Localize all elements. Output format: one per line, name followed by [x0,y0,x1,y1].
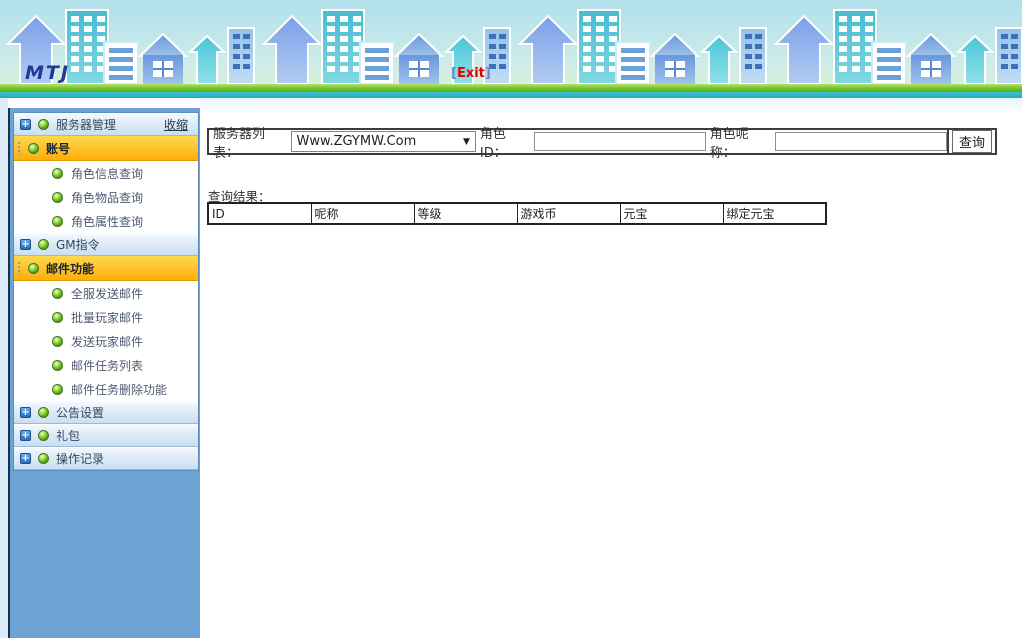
expand-plus-icon[interactable]: + [20,239,31,250]
sidebar-item-label: 角色属性查询 [71,213,143,230]
sidebar-item-mail-task-delete[interactable]: 邮件任务删除功能 [14,377,198,401]
sidebar-item-send-all-server-mail[interactable]: 全服发送邮件 [14,281,198,305]
header-banner: MTJ [Exit] [0,0,1022,98]
green-orb-icon [38,407,49,418]
exit-close-bracket: ] [485,66,491,81]
sidebar-item-announcement-settings[interactable]: + 公告设置 [14,401,198,424]
query-form-fields: 服务器列表： Www.ZGYMW.Com ▼ 角色ID： 角色呢称： [209,130,947,153]
sidebar-left-strip [0,98,8,638]
green-orb-icon [38,119,49,130]
expand-plus-icon[interactable]: + [20,119,31,130]
sidebar-item-label: 角色信息查询 [71,165,143,182]
column-header-bound-yuanbao: 绑定元宝 [723,203,826,224]
sidebar-item-gift-package[interactable]: + 礼包 [14,424,198,447]
green-orb-icon [52,192,63,203]
collapse-link[interactable]: 收缩 [164,116,188,133]
green-orb-icon [52,336,63,347]
role-nickname-input[interactable] [775,132,947,151]
green-orb-icon [38,453,49,464]
sidebar-item-mail-function[interactable]: 邮件功能 [14,256,198,281]
expand-plus-icon[interactable]: + [20,430,31,441]
sidebar-item-label: 全服发送邮件 [71,285,143,302]
cityscape-illustration [0,0,1022,84]
dropdown-arrow-icon: ▼ [463,137,470,147]
green-orb-icon [28,143,39,154]
role-nickname-label: 角色呢称： [710,123,771,161]
sidebar-item-label: 操作记录 [56,450,104,467]
green-orb-icon [52,288,63,299]
sidebar-item-label: 账号 [46,140,70,157]
tree-dots-icon [17,141,21,155]
sidebar-item-role-item-query[interactable]: 角色物品查询 [14,185,198,209]
exit-label: Exit [457,66,485,81]
green-orb-icon [52,360,63,371]
column-header-yuanbao: 元宝 [620,203,723,224]
column-header-game-coins: 游戏币 [517,203,620,224]
server-select[interactable]: Www.ZGYMW.Com ▼ [291,131,476,152]
sidebar-item-gm-command[interactable]: + GM指令 [14,233,198,256]
green-orb-icon [52,168,63,179]
query-form: 服务器列表： Www.ZGYMW.Com ▼ 角色ID： 角色呢称： 查询 [207,128,997,155]
green-orb-icon [52,216,63,227]
header-green-strip [0,84,1022,92]
sidebar-item-role-info-query[interactable]: 角色信息查询 [14,161,198,185]
exit-link[interactable]: [Exit] [451,66,491,81]
role-id-label: 角色ID： [480,123,530,161]
sidebar-item-label: GM指令 [56,236,100,253]
green-orb-icon [38,239,49,250]
tree-dots-icon [17,261,21,275]
sidebar-item-label: 发送玩家邮件 [71,333,143,350]
column-header-id: ID [208,203,311,224]
expand-plus-icon[interactable]: + [20,407,31,418]
results-table: ID 呢称 等级 游戏币 元宝 绑定元宝 [207,202,827,225]
main-content: 服务器列表： Www.ZGYMW.Com ▼ 角色ID： 角色呢称： 查询 查询… [200,98,1022,638]
green-orb-icon [38,430,49,441]
sidebar-item-label: 邮件任务列表 [71,357,143,374]
sidebar-item-role-attribute-query[interactable]: 角色属性查询 [14,209,198,233]
sidebar-item-operation-records[interactable]: + 操作记录 [14,447,198,470]
green-orb-icon [52,384,63,395]
sidebar-item-label: 邮件任务删除功能 [71,381,167,398]
sidebar-item-send-player-mail[interactable]: 发送玩家邮件 [14,329,198,353]
sidebar-item-label: 礼包 [56,427,80,444]
green-orb-icon [28,263,39,274]
sidebar: + 服务器管理 收缩 账号 角色信息查询 角色物品查询 角色属性查询 [0,98,200,638]
sidebar-item-batch-player-mail[interactable]: 批量玩家邮件 [14,305,198,329]
sidebar-item-label: 批量玩家邮件 [71,309,143,326]
server-select-value: Www.ZGYMW.Com [297,134,417,149]
sidebar-item-label: 邮件功能 [46,260,94,277]
sidebar-menu: + 服务器管理 收缩 账号 角色信息查询 角色物品查询 角色属性查询 [13,112,199,471]
sidebar-item-label: 角色物品查询 [71,189,143,206]
sidebar-item-account[interactable]: 账号 [14,136,198,161]
sidebar-item-server-management[interactable]: + 服务器管理 收缩 [14,113,198,136]
logo: MTJ [25,62,70,84]
column-header-level: 等级 [414,203,517,224]
sidebar-item-label: 服务器管理 [56,116,116,133]
expand-plus-icon[interactable]: + [20,453,31,464]
sidebar-item-mail-task-list[interactable]: 邮件任务列表 [14,353,198,377]
green-orb-icon [52,312,63,323]
query-button[interactable]: 查询 [952,130,992,153]
role-id-input[interactable] [534,132,706,151]
column-header-nickname: 呢称 [311,203,414,224]
sidebar-item-label: 公告设置 [56,404,104,421]
results-table-header-row: ID 呢称 等级 游戏币 元宝 绑定元宝 [208,203,826,224]
server-list-label: 服务器列表： [213,123,287,161]
query-button-cell: 查询 [947,130,995,153]
